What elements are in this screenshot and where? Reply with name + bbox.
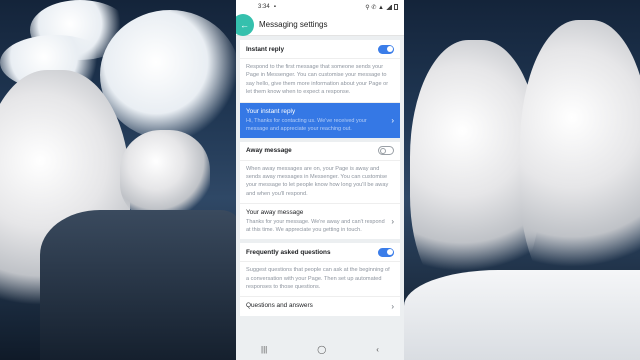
chevron-right-icon: ›	[391, 115, 394, 125]
tree	[520, 20, 640, 300]
status-bar: 3:34 ▪ ⚲ ✆ ▲	[236, 0, 404, 14]
status-icons: ⚲ ✆ ▲	[365, 4, 384, 11]
instant-reply-description: Respond to the first message that someon…	[246, 64, 389, 96]
chevron-right-icon: ›	[391, 217, 394, 227]
your-instant-reply-item[interactable]: Your instant reply Hi, Thanks for contac…	[240, 101, 400, 138]
snow-field	[404, 270, 640, 360]
instant-reply-toggle[interactable]	[378, 44, 394, 54]
signal-icon	[386, 4, 392, 10]
lake	[40, 210, 240, 360]
arrow-left-icon: ←	[240, 20, 249, 30]
faq-label: Frequently asked questions	[246, 248, 331, 256]
app-bar: ← Messaging settings	[236, 14, 404, 36]
back-button[interactable]: ←	[236, 14, 254, 36]
your-away-message-preview: Thanks for your message. We're away and …	[246, 219, 385, 234]
faq-row: Frequently asked questions	[240, 243, 400, 263]
system-back-button[interactable]: ‹	[376, 345, 379, 354]
questions-and-answers-title: Questions and answers	[246, 302, 313, 310]
phone-screen: 3:34 ▪ ⚲ ✆ ▲ ← Messaging settings Instan…	[236, 0, 404, 360]
your-away-message-title: Your away message	[246, 209, 304, 217]
clock: 3:34	[258, 4, 270, 10]
chevron-right-icon: ›	[391, 302, 394, 312]
battery-icon	[394, 4, 398, 10]
your-away-message-item[interactable]: Your away message Thanks for your messag…	[240, 203, 400, 239]
away-message-label: Away message	[246, 147, 292, 155]
page-title: Messaging settings	[259, 20, 328, 29]
faq-card: Frequently asked questions Suggest quest…	[240, 243, 400, 317]
away-message-card: Away message When away messages are on, …	[240, 141, 400, 240]
faq-description: Suggest questions that people can ask at…	[246, 267, 390, 291]
instant-reply-row: Instant reply	[240, 40, 400, 59]
instant-reply-label: Instant reply	[246, 45, 284, 53]
system-nav-bar: ||| ◯ ‹	[236, 338, 404, 360]
away-message-row: Away message	[240, 142, 400, 161]
away-message-description: When away messages are on, your Page is …	[246, 165, 389, 197]
recents-button[interactable]: |||	[261, 345, 267, 354]
questions-and-answers-item[interactable]: Questions and answers ›	[240, 296, 400, 316]
tree	[120, 130, 210, 220]
home-button[interactable]: ◯	[317, 345, 326, 354]
faq-toggle[interactable]	[378, 247, 394, 257]
your-instant-reply-preview: Hi, Thanks for contacting us. We've rece…	[246, 117, 367, 132]
your-instant-reply-title: Your instant reply	[246, 107, 296, 115]
instant-reply-card: Instant reply Respond to the first messa…	[240, 40, 400, 138]
away-message-toggle[interactable]	[378, 146, 394, 156]
notification-icon: ▪	[273, 4, 276, 10]
settings-list: Instant reply Respond to the first messa…	[236, 36, 404, 338]
